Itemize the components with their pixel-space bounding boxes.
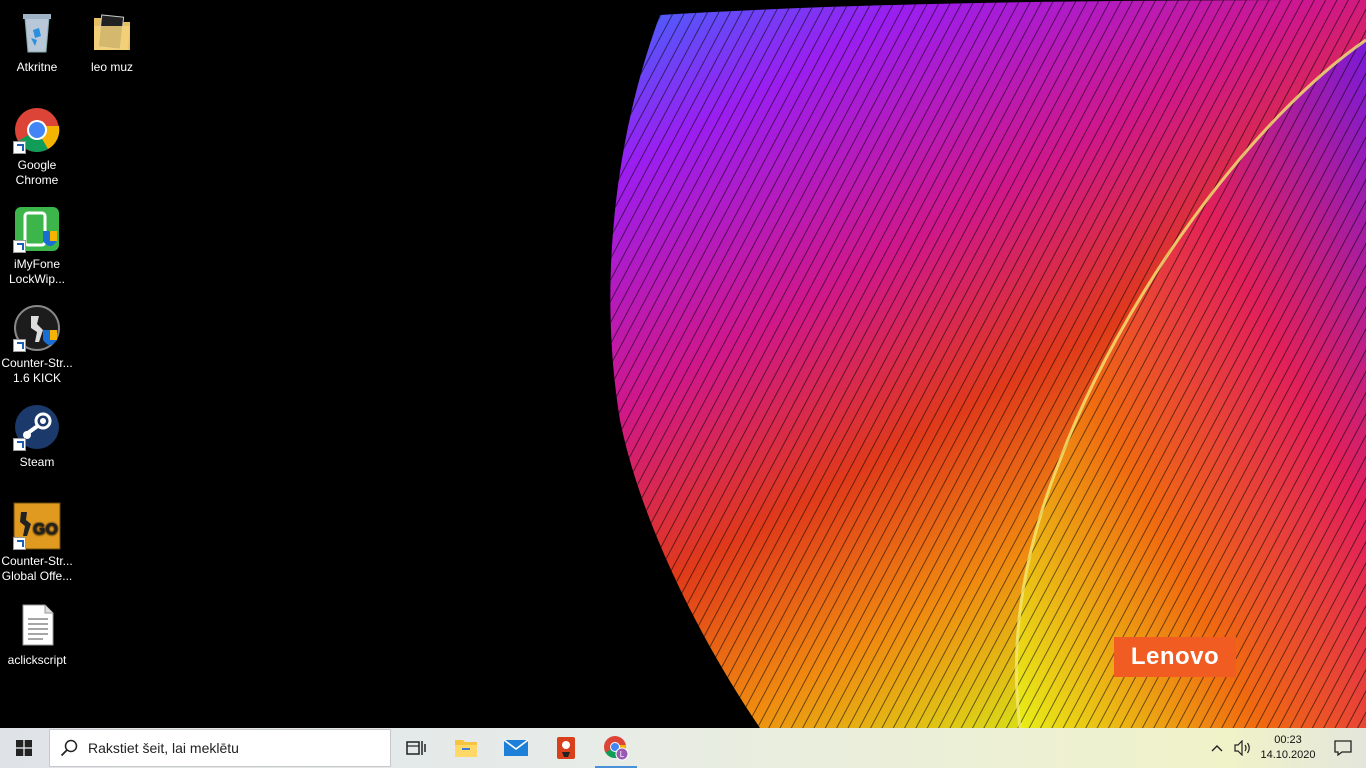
desktop-icon-label: Counter-Str... Global Offe... — [1, 554, 73, 583]
task-view-icon — [406, 741, 426, 755]
shortcut-arrow-icon — [13, 438, 26, 451]
steam-icon — [13, 403, 61, 451]
csgo-icon: GO — [13, 502, 61, 550]
svg-text:L: L — [620, 750, 625, 759]
volume-button[interactable] — [1230, 728, 1256, 768]
desktop-icon-steam[interactable]: Steam — [0, 403, 74, 470]
text-file-icon — [13, 601, 61, 649]
clock-date: 14.10.2020 — [1260, 749, 1316, 761]
search-placeholder: Rakstiet šeit, lai meklētu — [88, 740, 239, 756]
desktop-icon-leo-muz[interactable]: leo muz — [75, 8, 149, 75]
lenovo-logo: Lenovo — [1114, 637, 1236, 677]
desktop-icon-counter-strike[interactable]: Counter-Str... 1.6 KICK — [0, 304, 74, 386]
taskbar-search-box[interactable]: Rakstiet šeit, lai meklētu — [49, 729, 391, 767]
desktop-icon-label: leo muz — [90, 60, 134, 74]
clock[interactable]: 00:23 14.10.2020 — [1256, 728, 1320, 768]
task-view-button[interactable] — [391, 728, 441, 768]
folder-icon — [88, 8, 136, 56]
notification-icon — [1334, 740, 1352, 756]
svg-text:GO: GO — [33, 521, 58, 538]
chevron-up-icon — [1211, 745, 1223, 752]
app-icon — [557, 737, 575, 759]
desktop-icon-aclickscript[interactable]: aclickscript — [0, 601, 74, 668]
start-button[interactable] — [0, 728, 48, 768]
shortcut-arrow-icon — [13, 240, 26, 253]
desktop[interactable]: Lenovo Atkritne leo muz Google Chrome iM… — [0, 0, 1366, 728]
file-explorer-icon — [455, 740, 477, 757]
recycle-bin-icon — [13, 8, 61, 56]
desktop-icon-label: Steam — [19, 455, 55, 469]
chrome-icon — [13, 106, 61, 154]
taskbar-app[interactable] — [541, 728, 591, 768]
taskbar: Rakstiet šeit, lai meklētu L 00:23 14.10… — [0, 728, 1366, 768]
system-tray: 00:23 14.10.2020 — [1204, 728, 1366, 768]
windows-logo-icon — [16, 740, 32, 756]
desktop-icon-label: Atkritne — [16, 60, 58, 74]
show-hidden-icons-button[interactable] — [1204, 728, 1230, 768]
search-icon — [50, 739, 88, 757]
counter-strike-icon — [13, 304, 61, 352]
chrome-icon: L — [604, 736, 629, 761]
desktop-icon-recycle-bin[interactable]: Atkritne — [0, 8, 74, 75]
desktop-icon-label: Counter-Str... 1.6 KICK — [1, 356, 73, 385]
desktop-icon-imyfone[interactable]: iMyFone LockWip... — [0, 205, 74, 287]
taskbar-file-explorer[interactable] — [441, 728, 491, 768]
taskbar-mail[interactable] — [491, 728, 541, 768]
desktop-icon-label: aclickscript — [7, 653, 67, 667]
mail-icon — [503, 739, 529, 756]
shortcut-arrow-icon — [13, 141, 26, 154]
action-center-button[interactable] — [1320, 728, 1366, 768]
volume-icon — [1234, 740, 1250, 756]
desktop-icon-label: iMyFone LockWip... — [8, 257, 65, 286]
shortcut-arrow-icon — [13, 339, 26, 352]
imyfone-icon — [13, 205, 61, 253]
taskbar-chrome[interactable]: L — [591, 728, 641, 768]
desktop-icon-label: Google Chrome — [15, 158, 59, 187]
desktop-icon-google-chrome[interactable]: Google Chrome — [0, 106, 74, 188]
clock-time: 00:23 — [1274, 734, 1302, 746]
desktop-icon-csgo[interactable]: GO Counter-Str... Global Offe... — [0, 502, 74, 584]
shortcut-arrow-icon — [13, 537, 26, 550]
wallpaper — [610, 0, 1366, 728]
